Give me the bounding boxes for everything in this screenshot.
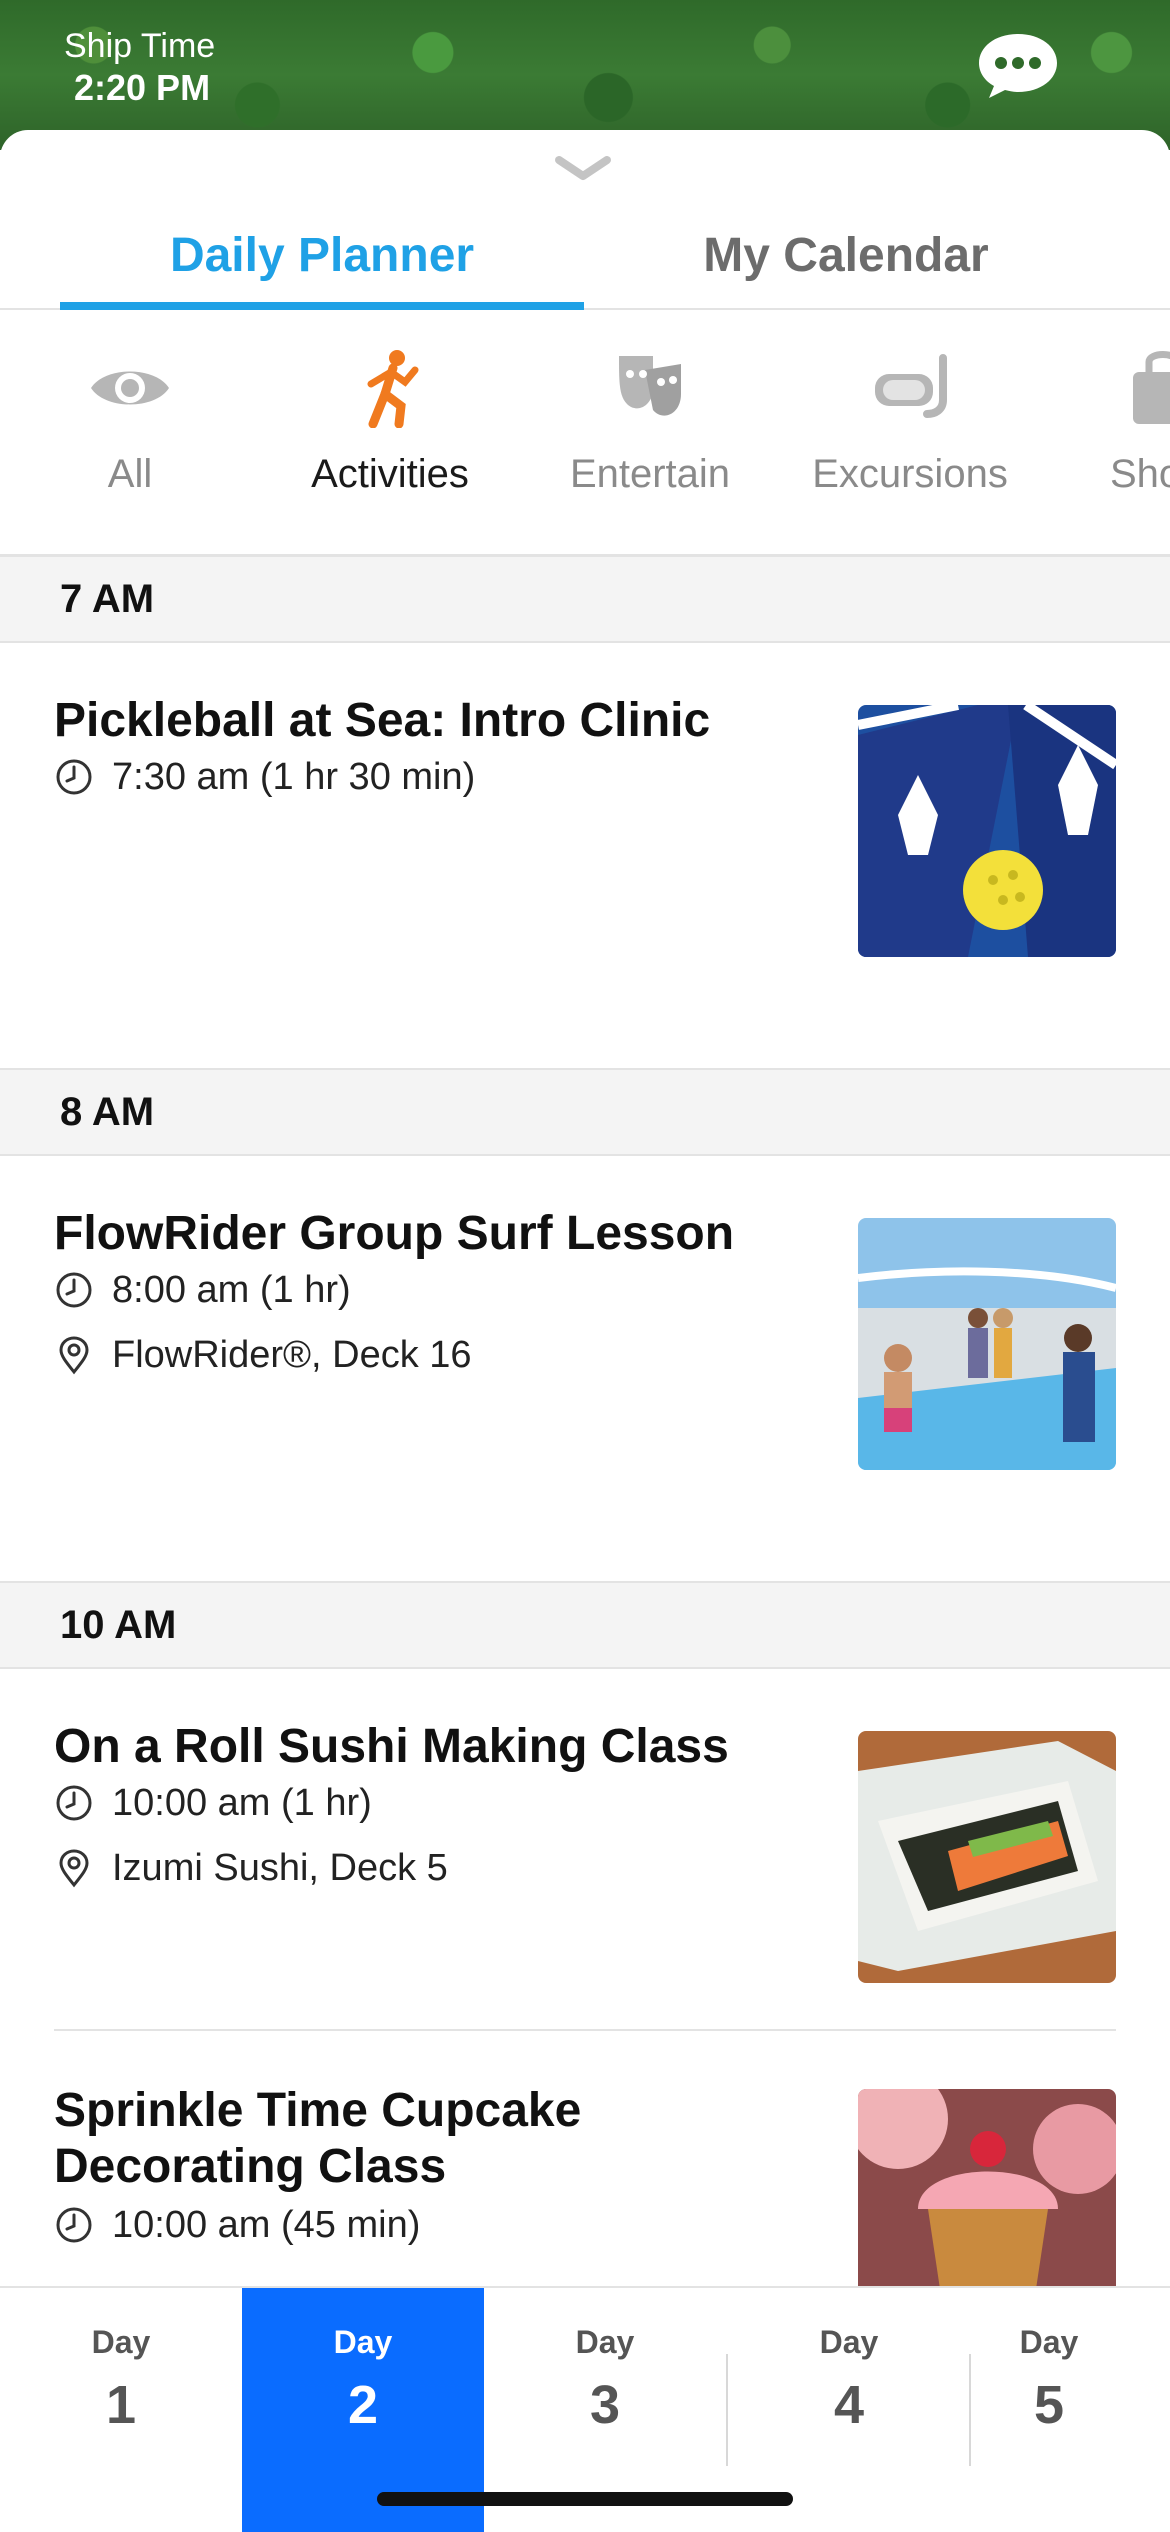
ship-time-value: 2:20 PM [74,67,211,108]
cupcake-thumbnail [858,2089,1116,2286]
chat-icon[interactable] [975,30,1061,100]
category-activities[interactable]: Activities [260,312,520,554]
category-excursions[interactable]: Excursions [780,312,1040,554]
ship-time: Ship Time 2:20 PM [64,26,215,110]
clock-icon [56,2207,92,2243]
shopping-bag-icon [1133,351,1170,424]
planner-tabs: Daily Planner My Calendar [0,210,1170,310]
category-label: Entertain [569,452,731,496]
time-section-header: 8 AM [0,1068,1170,1156]
day-1-button[interactable]: Day 1 [0,2288,242,2532]
event-time: 10:00 am (45 min) [54,2201,420,2249]
category-label: Sho [1110,452,1170,496]
event-title: Sprinkle Time Cupcake [54,2084,582,2137]
clock-icon [56,759,92,795]
category-shopping[interactable]: Sho [1040,312,1170,554]
time-section-header: 7 AM [0,555,1170,643]
event-title: On a Roll Sushi Making Class [54,1720,729,1773]
event-title: Pickleball at Sea: Intro Clinic [54,694,711,747]
event-location: Izumi Sushi, Deck 5 [54,1844,448,1892]
snorkel-mask-icon [875,354,947,418]
event-time: 8:00 am (1 hr) [54,1266,351,1314]
person-activity-icon [367,350,419,428]
time-label: 8 AM [60,1090,155,1134]
event-title-line2: Decorating Class [54,2140,447,2193]
category-label: Excursions [812,452,1008,496]
home-indicator [377,2492,793,2506]
time-section-header: 10 AM [0,1581,1170,1669]
category-entertainment[interactable]: Entertain [520,312,780,554]
eye-icon [91,371,169,405]
clock-icon [56,1272,92,1308]
event-time: 10:00 am (1 hr) [54,1779,372,1827]
ship-time-label: Ship Time [64,27,216,65]
location-pin-icon [59,1849,89,1888]
day-5-button[interactable]: Day 5 [928,2288,1170,2532]
event-time: 7:30 am (1 hr 30 min) [54,753,475,801]
time-label: 10 AM [60,1603,177,1647]
theater-masks-icon [619,356,681,416]
category-label: Activities [311,452,469,496]
event-item[interactable]: FlowRider Group Surf Lesson 8:00 am (1 h… [0,1156,1170,1580]
event-title: FlowRider Group Surf Lesson [54,1207,735,1260]
event-item[interactable]: Pickleball at Sea: Intro Clinic 7:30 am … [0,643,1170,1067]
time-label: 7 AM [60,577,155,621]
category-all[interactable]: All [0,312,260,554]
location-pin-icon [59,1336,89,1375]
category-filter: All Activities Entertain Excursions Sh [0,312,1170,556]
event-item[interactable]: On a Roll Sushi Making Class 10:00 am (1… [0,1669,1170,2029]
event-item[interactable]: Sprinkle Time Cupcake Decorating Class 1… [0,2031,1170,2286]
category-label: All [107,452,153,496]
event-location: FlowRider®, Deck 16 [54,1331,472,1379]
pickleball-thumbnail [858,705,1116,957]
tab-my-calendar[interactable]: My Calendar [584,210,1108,310]
header-banner: Ship Time 2:20 PM [0,0,1170,150]
flowrider-thumbnail [858,1218,1116,1470]
chevron-down-icon[interactable] [553,154,613,182]
tab-daily-planner[interactable]: Daily Planner [60,210,584,310]
sushi-thumbnail [858,1731,1116,1983]
clock-icon [56,1785,92,1821]
